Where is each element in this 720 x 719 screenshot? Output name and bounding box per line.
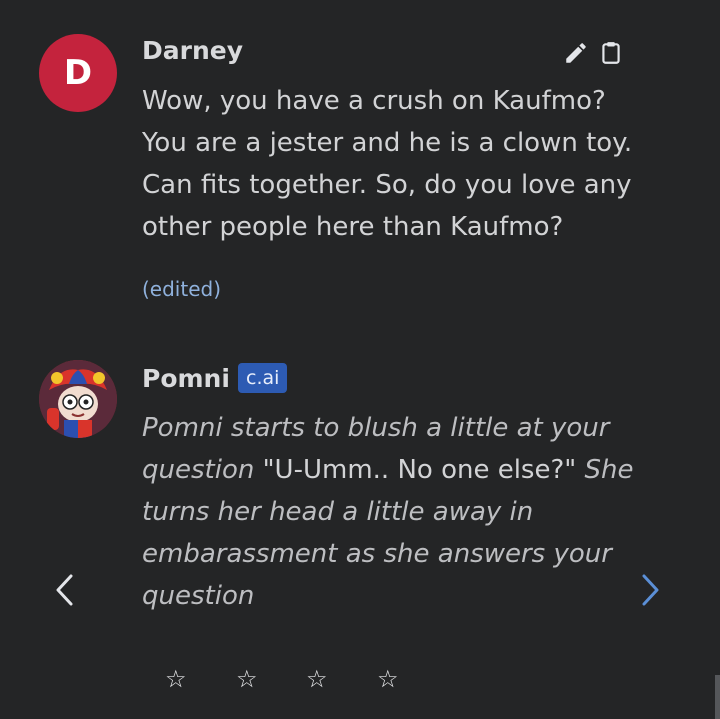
star-outline-icon[interactable]: ☆ <box>377 662 399 696</box>
star-outline-icon[interactable]: ☆ <box>165 662 187 696</box>
scrollbar[interactable] <box>715 675 720 719</box>
message-text-darney: Wow, you have a crush on Kaufmo? You are… <box>142 86 633 242</box>
message-segment-speech: "U-Umm.. No one else?" <box>262 455 585 485</box>
chevron-left-icon[interactable] <box>46 570 86 610</box>
author-name-darney: Darney <box>142 36 244 65</box>
avatar-darney: D <box>39 34 117 112</box>
pencil-icon[interactable] <box>563 40 589 66</box>
edited-label: (edited) <box>142 277 222 301</box>
message-text-pomni: Pomni starts to blush a little at your q… <box>142 407 642 617</box>
character-ai-badge: c.ai <box>238 363 288 393</box>
avatar-pomni <box>39 360 117 438</box>
star-outline-icon[interactable]: ☆ <box>306 662 328 696</box>
avatar-letter: D <box>63 53 93 93</box>
pomni-portrait-icon <box>39 360 117 438</box>
clipboard-icon[interactable] <box>598 40 624 66</box>
author-name-pomni: Pomni <box>142 364 230 393</box>
chevron-right-icon[interactable] <box>630 570 670 610</box>
star-outline-icon[interactable]: ☆ <box>236 662 258 696</box>
